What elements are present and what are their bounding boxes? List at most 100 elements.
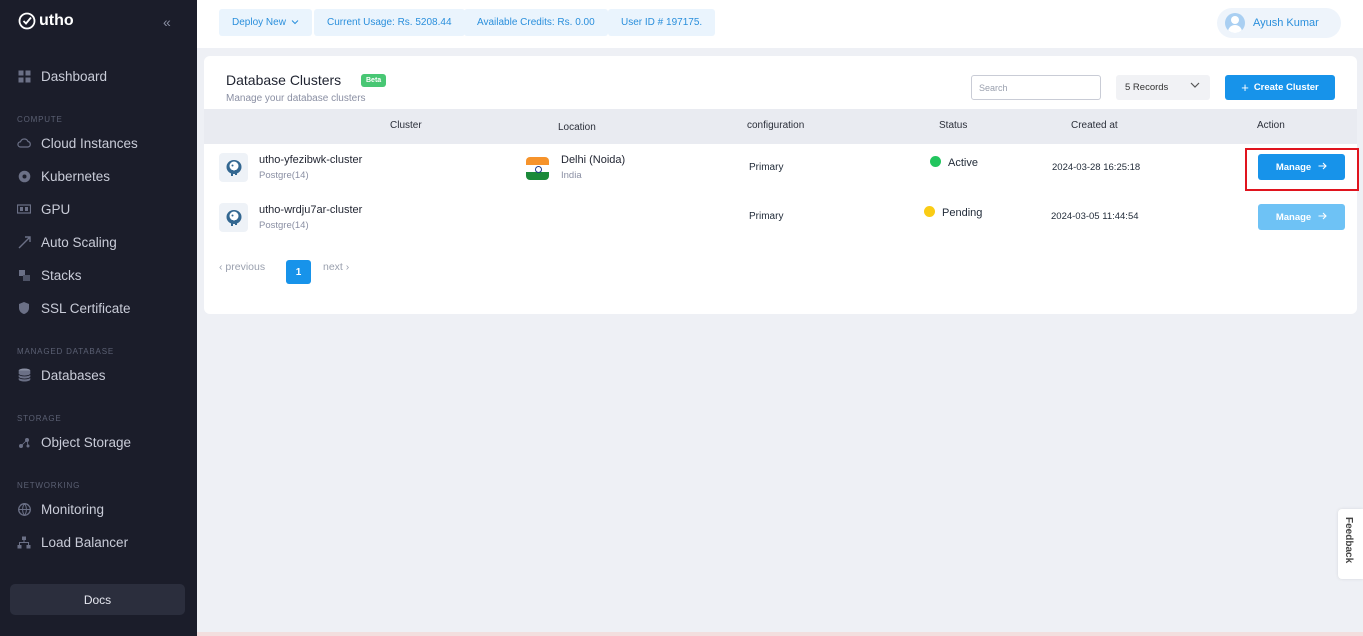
bottom-divider (197, 632, 1363, 636)
ssl-icon (17, 301, 31, 315)
section-label-compute: COMPUTE (17, 115, 63, 124)
manage-button[interactable]: Manage (1258, 204, 1345, 230)
load-balancer-icon (17, 535, 31, 549)
user-name: Ayush Kumar (1253, 17, 1319, 29)
sidebar-item-dashboard[interactable]: Dashboard (17, 66, 107, 86)
cluster-name[interactable]: utho-wrdju7ar-cluster (259, 204, 362, 216)
deploy-new-label: Deploy New (232, 17, 286, 28)
sidebar: utho « Dashboard COMPUTE Cloud Instances… (0, 0, 197, 636)
table-header: Cluster Location configuration Status Cr… (204, 109, 1357, 144)
next-page-link[interactable]: next › (323, 261, 349, 273)
records-label: 5 Records (1125, 82, 1169, 93)
created-at: 2024-03-05 11:44:54 (1051, 211, 1139, 222)
arrow-right-icon (1318, 212, 1327, 223)
column-header-action: Action (1257, 120, 1285, 131)
sidebar-item-label: Cloud Instances (41, 135, 138, 151)
user-menu[interactable]: Ayush Kumar (1217, 8, 1341, 38)
column-header-location: Location (558, 122, 596, 133)
feedback-label: Feedback (1343, 517, 1354, 564)
column-header-status: Status (939, 120, 968, 131)
database-icon (17, 368, 31, 382)
create-cluster-label: Create Cluster (1253, 82, 1319, 93)
configuration-value: Primary (749, 211, 784, 222)
plus-icon: + (1241, 80, 1249, 95)
column-header-configuration: configuration (747, 120, 805, 131)
sidebar-item-label: Load Balancer (41, 534, 129, 550)
create-cluster-button[interactable]: + Create Cluster (1225, 75, 1335, 100)
location-country: India (561, 170, 582, 181)
brand-logo[interactable]: utho (18, 12, 74, 30)
sidebar-item-label: Databases (41, 367, 106, 383)
sidebar-item-label: GPU (41, 201, 71, 217)
section-label-managed-database: MANAGED DATABASE (17, 347, 114, 356)
cloud-icon (17, 136, 31, 150)
sidebar-item-gpu[interactable]: GPU (17, 199, 70, 219)
current-usage-chip: Current Usage: Rs. 5208.44 (314, 9, 465, 36)
sidebar-item-ssl-certificate[interactable]: SSL Certificate (17, 298, 131, 318)
previous-page-link[interactable]: ‹ previous (219, 261, 265, 273)
sidebar-item-label: Dashboard (41, 68, 108, 84)
sidebar-item-auto-scaling[interactable]: Auto Scaling (17, 232, 117, 252)
available-credits-chip: Available Credits: Rs. 0.00 (464, 9, 608, 36)
cluster-engine: Postgre(14) (259, 220, 309, 231)
collapse-sidebar-icon[interactable]: « (163, 14, 171, 30)
status-text: Pending (942, 207, 983, 219)
dashboard-icon (17, 69, 31, 83)
location-city: Delhi (Noida) (561, 154, 626, 166)
status-dot-icon (924, 206, 935, 217)
sidebar-item-object-storage[interactable]: Object Storage (17, 432, 131, 452)
cluster-engine: Postgre(14) (259, 170, 309, 181)
sidebar-item-label: Object Storage (41, 434, 132, 450)
status-badge: Pending (924, 206, 982, 219)
column-header-cluster: Cluster (390, 120, 422, 131)
status-dot-icon (930, 156, 941, 167)
configuration-value: Primary (749, 162, 784, 173)
monitoring-icon (17, 502, 31, 516)
manage-label: Manage (1275, 211, 1312, 223)
object-storage-icon (17, 435, 31, 449)
deploy-new-dropdown[interactable]: Deploy New (219, 9, 312, 36)
sidebar-item-kubernetes[interactable]: Kubernetes (17, 166, 110, 186)
section-label-storage: STORAGE (17, 414, 62, 423)
sidebar-item-stacks[interactable]: Stacks (17, 265, 82, 285)
search-input[interactable]: Search (971, 75, 1101, 100)
column-header-created: Created at (1071, 120, 1118, 131)
postgres-icon (219, 153, 248, 182)
sidebar-item-monitoring[interactable]: Monitoring (17, 499, 104, 519)
auto-scaling-icon (17, 235, 31, 249)
kubernetes-icon (17, 169, 31, 183)
page-subtitle: Manage your database clusters (226, 93, 366, 104)
sidebar-item-cloud-instances[interactable]: Cloud Instances (17, 133, 138, 153)
database-clusters-card: Database Clusters Beta Manage your datab… (204, 56, 1359, 314)
highlight-box (1245, 148, 1359, 191)
sidebar-item-load-balancer[interactable]: Load Balancer (17, 532, 128, 552)
sidebar-item-label: SSL Certificate (41, 300, 131, 316)
sidebar-item-label: Monitoring (41, 501, 105, 517)
stacks-icon (17, 268, 31, 282)
brand-name: utho (39, 12, 74, 29)
status-text: Active (948, 157, 978, 169)
section-label-networking: NETWORKING (17, 481, 81, 490)
gpu-icon (17, 202, 31, 216)
feedback-tab[interactable]: Feedback (1338, 509, 1363, 579)
created-at: 2024-03-28 16:25:18 (1052, 162, 1141, 173)
sidebar-item-label: Auto Scaling (41, 234, 117, 250)
page-number-button[interactable]: 1 (286, 260, 311, 284)
sidebar-item-label: Stacks (41, 267, 82, 283)
beta-badge: Beta (361, 74, 387, 87)
sidebar-item-label: Kubernetes (41, 168, 111, 184)
status-badge: Active (930, 156, 978, 169)
records-per-page-select[interactable]: 5 Records (1116, 75, 1210, 100)
cluster-name[interactable]: utho-yfezibwk-cluster (259, 154, 362, 166)
india-flag-icon (526, 157, 549, 180)
utho-logo-icon (18, 12, 36, 30)
postgres-icon (219, 203, 248, 232)
chevron-down-icon (1190, 81, 1200, 92)
topbar: Deploy New Current Usage: Rs. 5208.44 Av… (197, 0, 1363, 48)
page-title: Database Clusters (226, 72, 342, 88)
chevron-down-icon (291, 17, 299, 28)
user-id-chip: User ID # 197175. (608, 9, 716, 36)
docs-button[interactable]: Docs (10, 584, 185, 615)
sidebar-item-databases[interactable]: Databases (17, 365, 106, 385)
avatar (1225, 13, 1245, 33)
